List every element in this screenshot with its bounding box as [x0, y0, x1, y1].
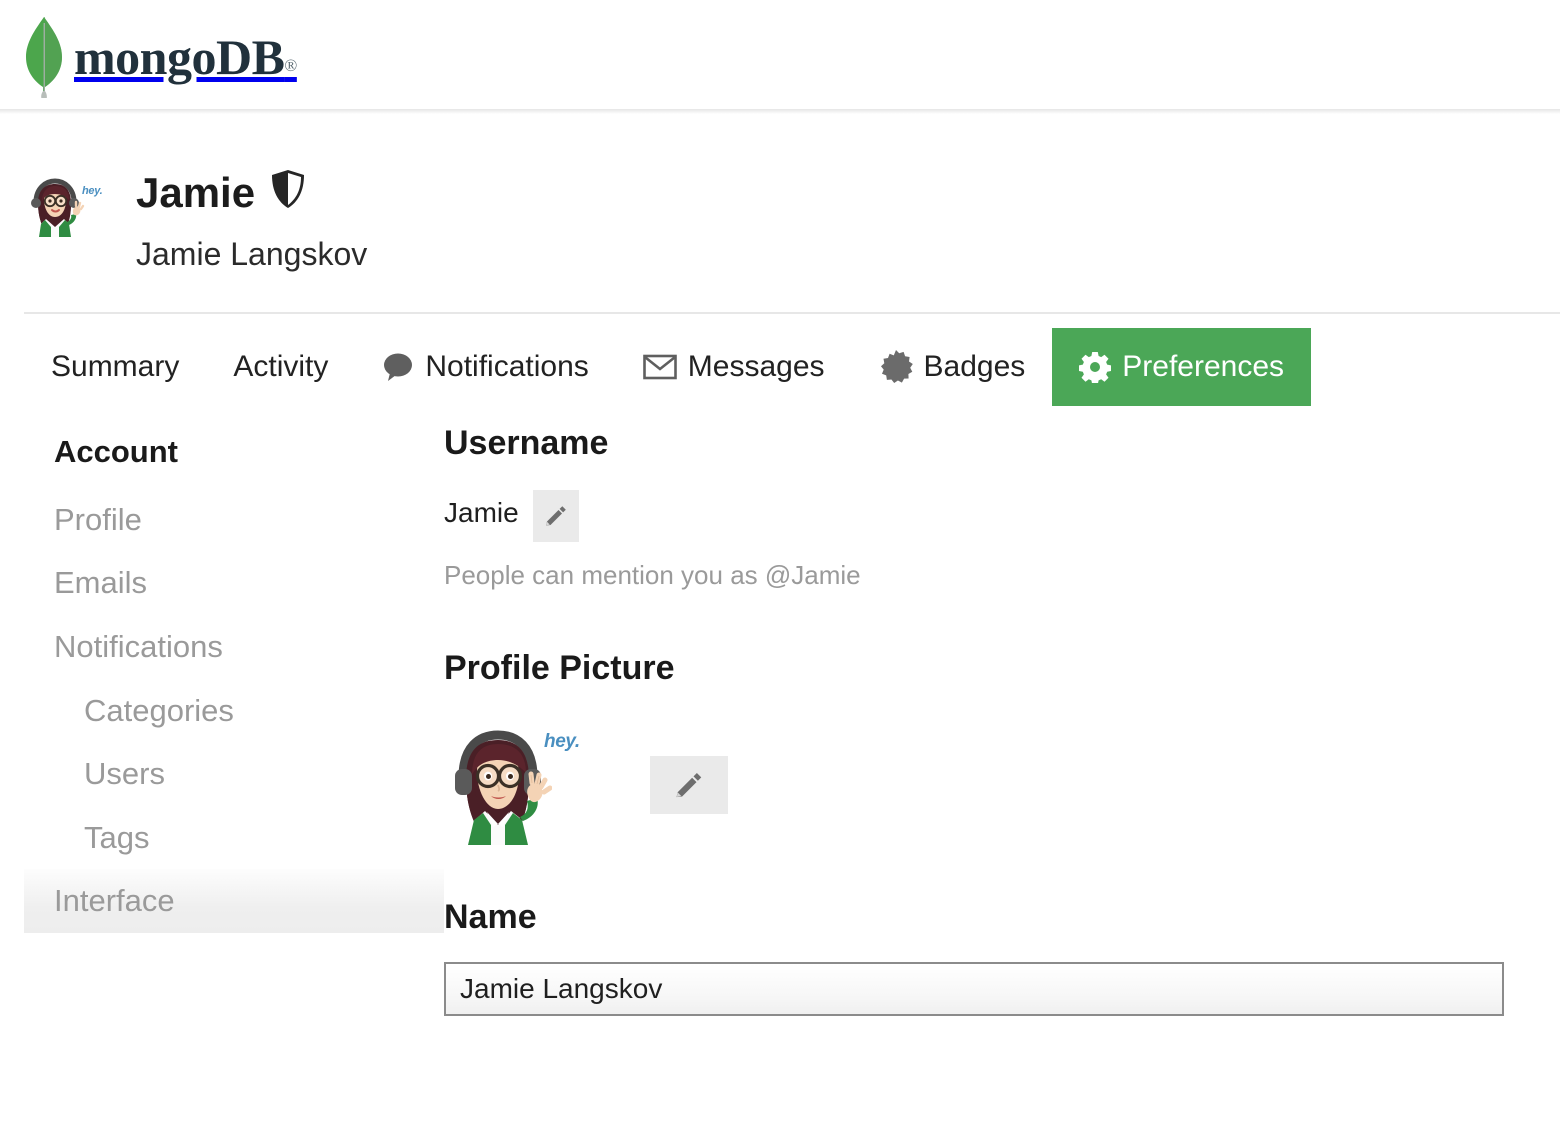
- profile-fullname: Jamie Langskov: [136, 236, 368, 272]
- sidebar-item-account[interactable]: Account: [24, 428, 444, 488]
- tab-label: Notifications: [425, 350, 589, 383]
- header-divider: [24, 312, 1560, 314]
- tab-label: Preferences: [1122, 350, 1285, 383]
- section-title-profile-picture: Profile Picture: [444, 649, 675, 687]
- sidebar-item-label: Notifications: [54, 628, 223, 664]
- edit-username-button[interactable]: [532, 490, 579, 542]
- sidebar-item-tags[interactable]: Tags: [24, 806, 444, 870]
- section-title-name: Name: [444, 898, 537, 936]
- sidebar-item-label: Categories: [84, 692, 234, 728]
- profile-names: Jamie Jamie Langskov: [136, 169, 367, 270]
- sidebar-item-users[interactable]: Users: [24, 742, 444, 806]
- avatar-caption: hey.: [82, 185, 103, 197]
- tab-preferences[interactable]: Preferences: [1052, 328, 1312, 406]
- sidebar-item-categories[interactable]: Categories: [24, 679, 444, 743]
- pencil-icon: [544, 503, 568, 530]
- sidebar-item-emails[interactable]: Emails: [24, 551, 444, 615]
- envelope-icon: [642, 353, 677, 381]
- tab-badges[interactable]: Badges: [852, 328, 1053, 406]
- sidebar-item-notifications[interactable]: Notifications: [24, 615, 444, 679]
- name-section: Name: [444, 900, 1515, 1016]
- shield-icon: [271, 169, 305, 216]
- profile-username-text: Jamie: [136, 168, 256, 216]
- preferences-sidebar: Account Profile Emails Notifications Cat…: [24, 406, 444, 1016]
- tab-label: Badges: [923, 350, 1026, 383]
- pencil-icon: [674, 769, 704, 802]
- name-input[interactable]: [444, 962, 1504, 1016]
- tab-notifications[interactable]: Notifications: [355, 328, 615, 406]
- sidebar-item-label: Account: [54, 434, 178, 469]
- section-title-username: Username: [444, 424, 609, 462]
- sidebar-item-label: Interface: [54, 883, 175, 919]
- profile-picture-section: Profile Picture hey.: [444, 651, 1515, 845]
- mongodb-logo-link[interactable]: mongoDB®: [24, 15, 297, 99]
- mongodb-leaf-icon: [24, 15, 64, 99]
- username-section: Username Jamie People can mention you as…: [444, 426, 1515, 588]
- sidebar-item-label: Tags: [84, 819, 150, 855]
- avatar[interactable]: hey.: [24, 175, 103, 237]
- tab-messages[interactable]: Messages: [616, 328, 852, 406]
- mongodb-wordmark: mongoDB®: [74, 32, 297, 82]
- brand-bar: mongoDB®: [0, 0, 1560, 114]
- brand-name-text: mongoDB: [74, 29, 285, 85]
- gear-icon: [1079, 351, 1112, 383]
- sidebar-item-interface[interactable]: Interface: [24, 869, 444, 934]
- profile-picture-preview: hey.: [444, 725, 580, 845]
- username-field-row: Jamie: [444, 490, 1515, 542]
- speech-bubble-icon: [382, 352, 414, 382]
- avatar-caption: hey.: [544, 731, 580, 752]
- tab-activity[interactable]: Activity: [206, 328, 355, 406]
- sidebar-item-label: Users: [84, 756, 165, 792]
- edit-profile-picture-button[interactable]: [650, 756, 728, 814]
- starburst-badge-icon: [879, 350, 913, 384]
- sidebar-item-label: Profile: [54, 501, 142, 537]
- username-mention-hint: People can mention you as @Jamie: [444, 560, 861, 590]
- tab-label: Messages: [687, 350, 825, 383]
- sidebar-item-profile[interactable]: Profile: [24, 488, 444, 552]
- profile-tabs: Summary Activity Notifications Messages: [0, 314, 1560, 406]
- page-title: Jamie: [136, 169, 367, 216]
- tab-label: Activity: [233, 350, 329, 383]
- registered-mark: ®: [284, 56, 297, 75]
- username-value: Jamie: [444, 497, 519, 528]
- sidebar-item-label: Emails: [54, 565, 148, 601]
- tab-summary[interactable]: Summary: [24, 328, 206, 406]
- tab-label: Summary: [51, 350, 180, 383]
- preferences-main-panel: Username Jamie People can mention you as…: [444, 406, 1560, 1016]
- preferences-content: Account Profile Emails Notifications Cat…: [0, 406, 1560, 1016]
- profile-picture-row: hey.: [444, 725, 1515, 845]
- profile-header: hey. Jamie Jamie Langskov: [0, 114, 1560, 314]
